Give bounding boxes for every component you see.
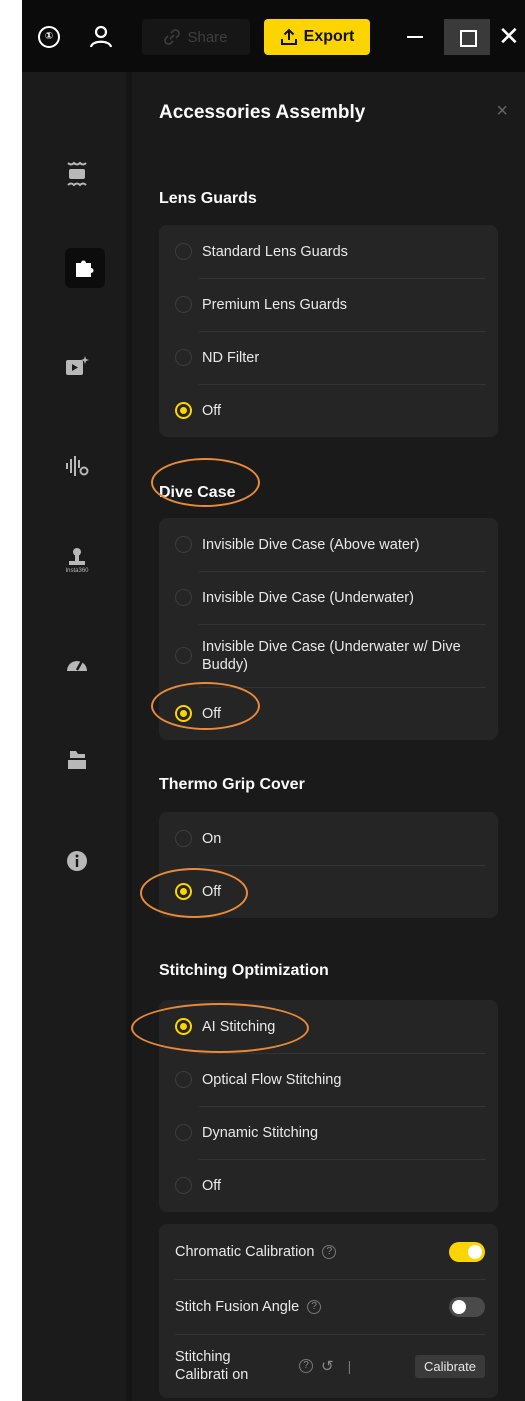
info-icon[interactable]: [61, 845, 93, 877]
watermark-icon[interactable]: Insta360: [61, 544, 93, 576]
setting-label: Chromatic Calibration: [175, 1243, 315, 1260]
stitch-fusion-angle-toggle[interactable]: [449, 1296, 485, 1317]
setting-label: Stitching Calibrati on: [175, 1349, 249, 1383]
option-thermo-grip-on[interactable]: On: [159, 812, 498, 865]
setting-label: Stitch Fusion Angle: [175, 1298, 300, 1315]
share-button[interactable]: Share: [142, 19, 250, 55]
option-optical-flow-stitching[interactable]: Optical Flow Stitching: [159, 1053, 498, 1106]
option-label: Premium Lens Guards: [202, 296, 348, 313]
dive-case-card: Invisible Dive Case (Above water) Invisi…: [159, 518, 498, 740]
option-premium-lens-guards[interactable]: Premium Lens Guards: [159, 278, 498, 331]
option-lens-guards-off[interactable]: Off: [159, 384, 498, 437]
option-label: Optical Flow Stitching: [202, 1071, 342, 1088]
option-thermo-grip-off[interactable]: Off: [159, 865, 498, 918]
radio-icon[interactable]: [175, 1177, 192, 1194]
calibrate-button[interactable]: Calibrate: [414, 1354, 485, 1378]
sidebar: Insta360: [22, 72, 132, 1401]
chromatic-calibration-toggle[interactable]: [449, 1241, 485, 1262]
option-label: Standard Lens Guards: [202, 243, 348, 260]
section-title-thermo-grip: Thermo Grip Cover: [159, 776, 305, 793]
stitching-calibration-row: Stitching Calibrati on ? ↺ | Calibrate: [159, 1334, 498, 1398]
section-title-stitching: Stitching Optimization: [159, 962, 329, 979]
export-folder-icon[interactable]: [61, 744, 93, 776]
help-icon[interactable]: ?: [299, 1359, 313, 1373]
option-dive-case-dive-buddy[interactable]: Invisible Dive Case (Underwater w/ Dive …: [159, 624, 498, 687]
watermark-text: Insta360: [65, 567, 89, 574]
app-logo-icon[interactable]: ①: [38, 26, 60, 48]
radio-icon[interactable]: [175, 349, 192, 366]
close-window-icon[interactable]: ✕: [498, 22, 522, 52]
video-effects-icon[interactable]: [61, 350, 93, 382]
help-icon[interactable]: ?: [322, 1244, 337, 1259]
accessories-panel: Accessories Assembly × Lens Guards Stand…: [131, 72, 525, 1401]
radio-icon[interactable]: [175, 1071, 192, 1088]
reset-icon[interactable]: ↺: [321, 1357, 334, 1375]
option-dive-case-off[interactable]: Off: [159, 687, 498, 740]
accessories-puzzle-icon[interactable]: [65, 248, 105, 288]
audio-settings-icon[interactable]: [61, 450, 93, 482]
radio-icon[interactable]: [175, 1124, 192, 1141]
thermo-grip-card: On Off: [159, 812, 498, 918]
option-label: Off: [202, 883, 222, 900]
option-label: Off: [202, 402, 222, 419]
link-icon: [164, 29, 181, 45]
stabilization-icon[interactable]: [61, 158, 93, 190]
maximize-button[interactable]: [444, 19, 490, 55]
user-icon[interactable]: [88, 24, 114, 50]
lens-guards-card: Standard Lens Guards Premium Lens Guards…: [159, 225, 498, 437]
option-label: Invisible Dive Case (Underwater w/ Dive …: [202, 638, 461, 673]
option-label: Invisible Dive Case (Underwater): [202, 589, 414, 606]
option-ai-stitching[interactable]: AI Stitching: [159, 1000, 498, 1053]
export-label: Export: [303, 28, 355, 45]
option-label: On: [202, 830, 222, 847]
export-button[interactable]: Export: [264, 19, 370, 55]
option-label: Off: [202, 705, 222, 722]
stitching-settings-card: Chromatic Calibration ? Stitch Fusion An…: [159, 1224, 498, 1398]
radio-icon[interactable]: [175, 830, 192, 847]
speed-gauge-icon[interactable]: [61, 647, 93, 679]
section-title-lens-guards: Lens Guards: [159, 190, 257, 207]
option-standard-lens-guards[interactable]: Standard Lens Guards: [159, 225, 498, 278]
upload-icon: [280, 28, 297, 45]
minimize-icon[interactable]: [407, 36, 423, 38]
option-stitching-off[interactable]: Off: [159, 1159, 498, 1212]
option-label: Invisible Dive Case (Above water): [202, 536, 420, 553]
option-label: Off: [202, 1177, 222, 1194]
separator: |: [347, 1358, 352, 1374]
stitch-fusion-angle-row: Stitch Fusion Angle ?: [159, 1279, 498, 1334]
chromatic-calibration-row: Chromatic Calibration ?: [159, 1224, 498, 1279]
option-dynamic-stitching[interactable]: Dynamic Stitching: [159, 1106, 498, 1159]
section-title-dive-case: Dive Case: [159, 484, 236, 501]
title-bar: ① Share Export ✕: [22, 0, 525, 72]
radio-icon[interactable]: [175, 243, 192, 260]
option-dive-case-underwater[interactable]: Invisible Dive Case (Underwater): [159, 571, 498, 624]
app-window: ① Share Export ✕ Insta360 Accessories As…: [0, 0, 525, 1401]
option-label: Dynamic Stitching: [202, 1124, 319, 1141]
help-icon[interactable]: ?: [307, 1299, 322, 1314]
radio-icon[interactable]: [175, 647, 192, 664]
radio-icon[interactable]: [175, 536, 192, 553]
radio-selected-icon[interactable]: [175, 705, 192, 722]
panel-title: Accessories Assembly: [159, 102, 366, 123]
option-nd-filter[interactable]: ND Filter: [159, 331, 498, 384]
radio-selected-icon[interactable]: [175, 402, 192, 419]
radio-selected-icon[interactable]: [175, 1018, 192, 1035]
radio-icon[interactable]: [175, 296, 192, 313]
option-dive-case-above-water[interactable]: Invisible Dive Case (Above water): [159, 518, 498, 571]
option-label: ND Filter: [202, 349, 260, 366]
radio-icon[interactable]: [175, 589, 192, 606]
share-label: Share: [187, 28, 228, 46]
radio-selected-icon[interactable]: [175, 883, 192, 900]
stitching-card: AI Stitching Optical Flow Stitching Dyna…: [159, 1000, 498, 1212]
close-panel-icon[interactable]: ×: [496, 100, 508, 123]
option-label: AI Stitching: [202, 1018, 276, 1035]
